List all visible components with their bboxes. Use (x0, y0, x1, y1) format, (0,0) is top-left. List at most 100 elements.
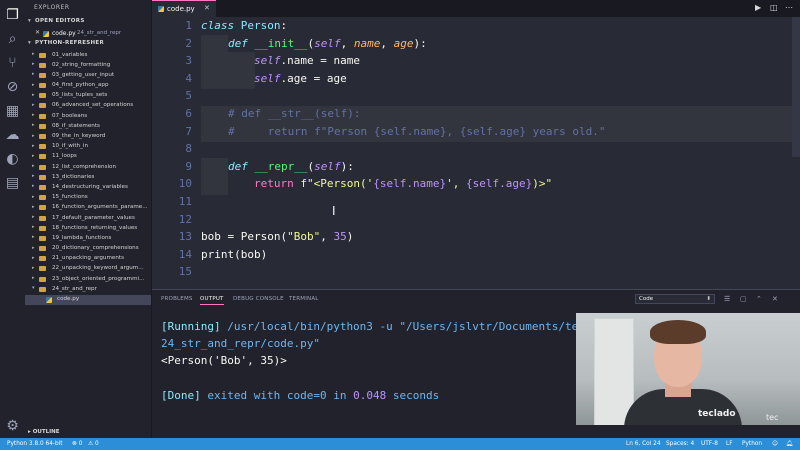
tree-folder-item[interactable]: ▸ 12_list_comprehension (25, 162, 151, 172)
extensions-icon[interactable]: ▦ (4, 103, 21, 120)
tree-folder-item[interactable]: ▸ 18_functions_returning_values (25, 223, 151, 233)
python-file-icon (46, 296, 52, 303)
more-actions-icon[interactable]: ⋯ (785, 3, 793, 12)
line-number: 1 (185, 19, 192, 32)
chevron-right-icon: ▸ (32, 224, 35, 231)
tree-folder-item[interactable]: ▾ 24_str_and_repr (25, 284, 151, 294)
chevron-right-icon: ▸ (32, 203, 35, 210)
line-number: 9 (185, 159, 192, 173)
folder-icon (39, 154, 46, 160)
tree-folder-item[interactable]: ▸ 01_variables (25, 50, 151, 60)
docker-icon[interactable]: ☁ (4, 127, 21, 144)
cursor-position[interactable]: Ln 6, Col 24 (626, 441, 661, 447)
tree-folder-item[interactable]: ▸ 02_string_formatting (25, 60, 151, 70)
tree-item-label: 17_default_parameter_values (52, 214, 135, 221)
run-icon[interactable]: ▶ (755, 3, 761, 12)
search-icon[interactable]: ⌕ (4, 31, 21, 48)
feedback-icon[interactable]: ☺ (772, 441, 778, 447)
close-icon[interactable]: ✕ (772, 295, 778, 303)
folder-icon[interactable]: ▤ (4, 175, 21, 192)
folder-icon (39, 286, 46, 292)
warnings-count[interactable]: ⚠ 0 (88, 441, 99, 447)
chevron-right-icon: ▸ (32, 193, 35, 200)
folder-icon (39, 174, 46, 180)
tree-folder-item[interactable]: ▸ 05_lists_tuples_sets (25, 91, 151, 101)
tree-folder-item[interactable]: ▸ 04_first_python_app (25, 81, 151, 91)
tree-file-item[interactable]: code.py (25, 294, 151, 305)
scrollbar[interactable] (792, 17, 800, 157)
python-file-icon (158, 6, 164, 12)
lock-icon[interactable]: ▢ (740, 295, 747, 303)
chevron-right-icon: ▸ (32, 142, 35, 149)
line-number: 3 (185, 54, 192, 68)
tree-folder-item[interactable]: ▸ 16_function_arguments_parame... (25, 203, 151, 213)
language-mode[interactable]: Python (742, 441, 762, 447)
tree-folder-item[interactable]: ▸ 15_functions (25, 193, 151, 203)
line-number: 6 (185, 107, 192, 120)
chevron-right-icon: ▸ (32, 61, 35, 68)
tab-terminal[interactable]: TERMINAL (289, 296, 319, 302)
tree-folder-item[interactable]: ▸ 08_if_statements (25, 121, 151, 131)
status-bar: Python 3.8.0 64-bit ⊗ 0 ⚠ 0 Ln 6, Col 24… (0, 438, 800, 450)
notifications-icon[interactable]: 🔔︎ (786, 441, 793, 447)
open-editor-item[interactable]: ✕ code.py 24_str_and_repr (25, 29, 151, 39)
files-icon[interactable]: ❐ (4, 7, 21, 24)
errors-count[interactable]: ⊗ 0 (72, 441, 82, 447)
tree-folder-item[interactable]: ▸ 13_dictionaries (25, 172, 151, 182)
split-editor-icon[interactable]: ◫ (770, 3, 778, 12)
line-number: 5 (185, 89, 192, 103)
folder-icon (39, 184, 46, 190)
indentation[interactable]: Spaces: 4 (666, 441, 694, 447)
remote-icon[interactable]: ◐ (4, 151, 21, 168)
open-editors-header[interactable]: ▾ OPEN EDITORS (28, 18, 85, 24)
code-line-10: return f"<Person('{self.name}', {self.ag… (254, 177, 553, 191)
chevron-right-icon: ▸ (32, 244, 35, 251)
tree-item-label: 10_if_with_in (52, 143, 88, 150)
chevron-right-icon: ▸ (32, 183, 35, 190)
tree-folder-item[interactable]: ▸ 20_dictionary_comprehensions (25, 244, 151, 254)
tree-item-label: 21_unpacking_arguments (52, 255, 125, 262)
tree-folder-item[interactable]: ▸ 14_destructuring_variables (25, 182, 151, 192)
line-number: 13 (178, 230, 192, 244)
output-result-line: <Person('Bob', 35)> (161, 354, 287, 367)
code-line-2: def __init__(self, name, age): (228, 36, 427, 50)
maximize-icon[interactable]: ⌃ (756, 295, 762, 303)
source-control-icon[interactable]: ⑂ (4, 55, 21, 72)
debug-icon[interactable]: ⊘ (4, 79, 21, 96)
tree-folder-item[interactable]: ▸ 21_unpacking_arguments (25, 254, 151, 264)
webcam-person-hair (650, 320, 706, 344)
tree-folder-item[interactable]: ▸ 17_default_parameter_values (25, 213, 151, 223)
tab-bar: code.py ✕ ▶ ◫ ⋯ (152, 0, 800, 17)
gear-icon[interactable]: ⚙ (4, 418, 21, 435)
tree-folder-item[interactable]: ▸ 06_advanced_set_operations (25, 101, 151, 111)
tree-folder-item[interactable]: ▸ 11_loops (25, 152, 151, 162)
tab-code-py[interactable]: code.py ✕ (152, 0, 216, 17)
close-icon[interactable]: ✕ (35, 29, 40, 36)
tree-folder-item[interactable]: ▸ 03_getting_user_input (25, 70, 151, 80)
tab-debug-console[interactable]: DEBUG CONSOLE (233, 296, 284, 302)
tab-problems[interactable]: PROBLEMS (161, 296, 193, 302)
indent-highlight (201, 35, 228, 89)
tree-item-label: 02_string_formatting (52, 61, 111, 68)
outline-header[interactable]: ▸ OUTLINE (28, 429, 60, 435)
tree-folder-item[interactable]: ▸ 09_the_in_keyword (25, 132, 151, 142)
clear-output-icon[interactable]: ☰ (724, 295, 730, 303)
code-editor[interactable]: 1 2 3 4 5 6 7 8 9 10 11 12 13 14 15 class Person: def … (152, 17, 800, 289)
tree-item-label: 05_lists_tuples_sets (52, 92, 108, 99)
tree-folder-item[interactable]: ▸ 07_booleans (25, 111, 151, 121)
chevron-down-icon: ▾ (28, 18, 32, 24)
python-interpreter[interactable]: Python 3.8.0 64-bit (7, 441, 63, 447)
tree-folder-item[interactable]: ▸ 19_lambda_functions (25, 233, 151, 243)
tree-item-label: 14_destructuring_variables (52, 183, 128, 190)
open-editor-name: code.py (52, 30, 76, 37)
tree-folder-item[interactable]: ▸ 22_unpacking_keyword_argum... (25, 264, 151, 274)
tree-folder-item[interactable]: ▸ 10_if_with_in (25, 142, 151, 152)
tree-folder-item[interactable]: ▸ 23_object_oriented_programmi... (25, 274, 151, 284)
folder-icon (39, 256, 46, 262)
tab-output[interactable]: OUTPUT (200, 296, 224, 305)
project-header[interactable]: ▾ PYTHON-REFRESHER (28, 40, 104, 46)
encoding[interactable]: UTF-8 (701, 441, 718, 447)
close-icon[interactable]: ✕ (204, 4, 210, 12)
output-channel-select[interactable]: Code ⬍ (635, 294, 715, 304)
line-ending[interactable]: LF (726, 441, 733, 447)
